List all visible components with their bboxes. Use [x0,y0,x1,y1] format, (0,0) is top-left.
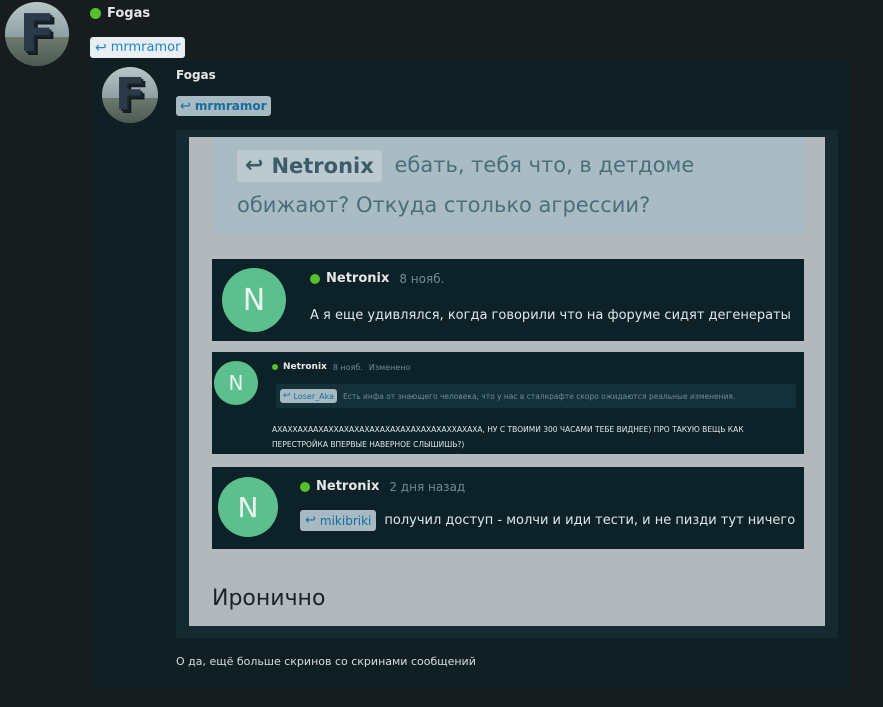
message-time: 8 нояб. [332,362,363,372]
reply-arrow-icon: ↩ [95,39,107,56]
message-text: АХАХХАХААХАХХАХАХАХАХАХАХАХАХАХАХАХХАХАХ… [272,425,744,449]
online-dot-icon [310,273,320,284]
post-header: Fogas [90,5,150,21]
reply-arrow-icon: ↩ [180,98,191,114]
reply-chip: ↩ mikibriki [300,510,377,531]
message-header: Netronix 8 нояб. [310,271,444,286]
screenshot-footer-text: Иронично [212,586,326,611]
reply-chip-label: mikibriki [319,513,372,528]
reply-chip: ↩ mrmramor [176,96,271,116]
message-text: А я еще удивлялся, когда говорили что на… [310,308,790,323]
reply-arrow-icon: ↩ [283,391,291,401]
author-name[interactable]: Fogas [107,6,150,21]
author-name: Fogas [176,68,216,82]
reply-chip[interactable]: ↩ mrmramor [90,37,186,58]
reply-arrow-icon: ↩ [305,513,316,528]
nested-quote: ↩ Loser_Aka Есть инфа от знающего челове… [276,384,796,408]
edited-label: Изменено [368,362,411,372]
avatar: N [222,268,286,332]
message-header: Netronix 2 дня назад [300,479,465,494]
online-dot-icon [90,7,101,19]
reply-chip-label: mrmramor [194,99,267,113]
message-text: получил доступ - молчи и иди тести, и не… [384,513,796,528]
quote-text-wrap: ↩ Netronix ебать, тебя что, в детдоме об… [237,145,797,225]
message-time: 2 дня назад [389,479,466,494]
avatar[interactable]: F [5,2,69,66]
quote-reply-chip: ↩ Netronix [237,150,382,182]
message-time: 8 нояб. [399,271,445,286]
embedded-screenshot[interactable]: F Fogas ↩ mrmramor ↩ Netronix ебать, теб… [90,59,850,689]
screenshot-panel: ↩ Netronix ебать, тебя что, в детдоме об… [189,137,825,626]
message-author: Netronix [283,362,327,372]
message-body: ↩ mikibriki получил доступ - молчи и иди… [300,510,795,531]
message-author: Netronix [326,271,390,286]
message-card: N Netronix 8 нояб. А я еще удивлялся, ко… [212,259,804,341]
avatar: F [102,67,158,123]
message-header: Netronix 8 нояб. Изменено [272,362,410,372]
quote-block: ↩ Netronix ебать, тебя что, в детдоме об… [213,137,805,235]
avatar: N [218,477,278,537]
message-author: Netronix [316,479,380,494]
reply-chip-label: mrmramor [110,40,181,55]
online-dot-icon [300,481,310,492]
message-card: N Netronix 2 дня назад ↩ mikibriki получ… [212,467,804,549]
nested-quote-text: Есть инфа от знающего человека, что у на… [343,391,736,401]
screenshot-frame: ↩ Netronix ебать, тебя что, в детдоме об… [176,130,838,638]
reply-arrow-icon: ↩ [245,153,264,178]
online-dot-icon [272,364,278,370]
quote-reply-label: Netronix [271,154,374,178]
reply-chip: ↩ Loser_Aka [280,389,338,403]
message-card: N Netronix 8 нояб. Изменено ↩ Loser_Aka … [212,352,804,454]
avatar: N [214,361,258,405]
post-caption: О да, ещё больше скринов со скринами соо… [176,655,476,668]
reply-chip-label: Loser_Aka [293,391,335,401]
